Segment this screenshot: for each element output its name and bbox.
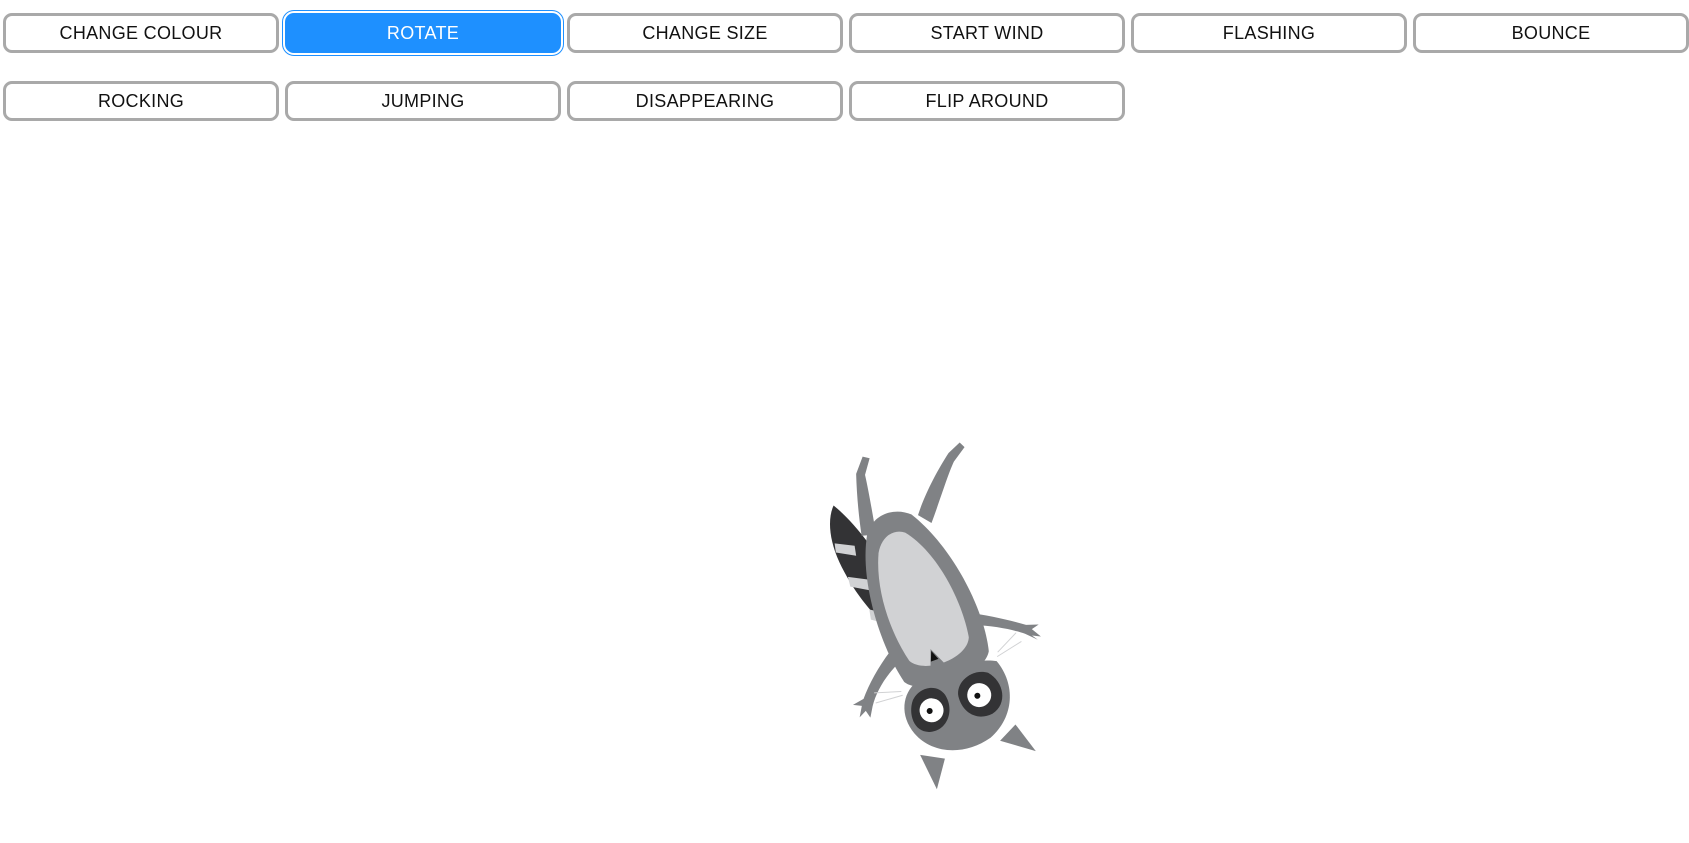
start-wind-button[interactable]: START WIND (849, 13, 1125, 53)
animation-demo-page: CHANGE COLOUR ROTATE CHANGE SIZE START W… (0, 0, 1689, 843)
change-size-button[interactable]: CHANGE SIZE (567, 13, 843, 53)
flashing-button[interactable]: FLASHING (1131, 13, 1407, 53)
sprite-stage (780, 440, 1080, 820)
effect-buttons: CHANGE COLOUR ROTATE CHANGE SIZE START W… (3, 10, 1689, 121)
jumping-button[interactable]: JUMPING (285, 81, 561, 121)
raccoon-sprite-icon[interactable] (780, 440, 1080, 820)
rocking-button[interactable]: ROCKING (3, 81, 279, 121)
rotate-button[interactable]: ROTATE (282, 10, 564, 56)
flip-around-button[interactable]: FLIP AROUND (849, 81, 1125, 121)
disappearing-button[interactable]: DISAPPEARING (567, 81, 843, 121)
bounce-button[interactable]: BOUNCE (1413, 13, 1689, 53)
change-colour-button[interactable]: CHANGE COLOUR (3, 13, 279, 53)
